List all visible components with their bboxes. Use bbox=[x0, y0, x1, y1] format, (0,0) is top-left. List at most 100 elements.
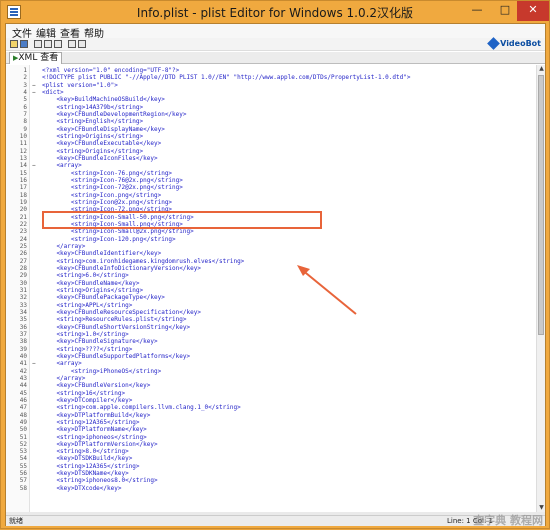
annotation-highlight-box bbox=[42, 211, 322, 229]
fold-toggle-icon[interactable]: − bbox=[32, 162, 36, 169]
code-line[interactable]: 30 <key>CFBundleName</key> bbox=[6, 280, 535, 287]
code-text: <key>DTPlatformName</key> bbox=[42, 426, 147, 434]
code-line[interactable]: 25 </array> bbox=[6, 243, 535, 250]
code-line[interactable]: 40 <key>CFBundleSupportedPlatforms</key> bbox=[6, 353, 535, 360]
code-line[interactable]: 14− <array> bbox=[6, 162, 535, 169]
code-line[interactable]: 11 <key>CFBundleExecutable</key> bbox=[6, 140, 535, 147]
vertical-scrollbar[interactable]: ▲ ▼ bbox=[536, 65, 545, 512]
scroll-up-icon[interactable]: ▲ bbox=[538, 65, 545, 73]
code-line[interactable]: 48 <key>DTPlatformBuild</key> bbox=[6, 412, 535, 419]
code-line[interactable]: 24 <string>Icon-120.png</string> bbox=[6, 236, 535, 243]
code-line[interactable]: 50 <key>DTPlatformName</key> bbox=[6, 426, 535, 433]
code-line[interactable]: 57 <string>iphoneos8.0</string> bbox=[6, 477, 535, 484]
line-number: 13 bbox=[19, 154, 27, 162]
code-line[interactable]: 3− <plist version="1.0"> bbox=[6, 82, 535, 89]
code-line[interactable]: 4− <dict> bbox=[6, 89, 535, 96]
code-line[interactable]: 45 <string>16</string> bbox=[6, 390, 535, 397]
line-number: 14 bbox=[19, 162, 27, 170]
code-line[interactable]: 17 <string>Icon-72@2x.png</string> bbox=[6, 184, 535, 191]
fold-toggle-icon[interactable]: − bbox=[32, 89, 36, 96]
line-number: 56 bbox=[19, 470, 27, 478]
code-text: <key>DTSDKName</key> bbox=[42, 470, 129, 478]
tab-xml-view[interactable]: XML 查看 bbox=[9, 52, 63, 64]
copy-icon[interactable] bbox=[44, 40, 52, 48]
code-line[interactable]: 36 <key>CFBundleShortVersionString</key> bbox=[6, 324, 535, 331]
code-line[interactable]: 41− <array> bbox=[6, 360, 535, 367]
code-line[interactable]: 56 <key>DTSDKName</key> bbox=[6, 470, 535, 477]
code-line[interactable]: 19 <string>Icon@2x.png</string> bbox=[6, 199, 535, 206]
line-number: 7 bbox=[23, 110, 27, 118]
help-icon[interactable] bbox=[78, 40, 86, 48]
code-line[interactable]: 27 <string>com.ironhidegames.kingdomrush… bbox=[6, 258, 535, 265]
paste-icon[interactable] bbox=[54, 40, 62, 48]
fold-toggle-icon[interactable]: − bbox=[32, 360, 36, 367]
line-number: 15 bbox=[19, 169, 27, 177]
code-line[interactable]: 5 <key>BuildMachineOSBuild</key> bbox=[6, 96, 535, 103]
code-line[interactable]: 51 <string>iphoneos</string> bbox=[6, 434, 535, 441]
code-line[interactable]: 33 <string>APPL</string> bbox=[6, 302, 535, 309]
code-line[interactable]: 55 <string>12A365</string> bbox=[6, 463, 535, 470]
code-text: <string>12A365</string> bbox=[42, 418, 140, 426]
line-number: 19 bbox=[19, 198, 27, 206]
code-line[interactable]: 54 <key>DTSDKBuild</key> bbox=[6, 455, 535, 462]
line-number: 4 bbox=[23, 88, 27, 96]
code-line[interactable]: 52 <key>DTPlatformVersion</key> bbox=[6, 441, 535, 448]
code-line[interactable]: 23 <string>Icon-Small@2x.png</string> bbox=[6, 228, 535, 235]
code-line[interactable]: 29 <string>6.0</string> bbox=[6, 272, 535, 279]
code-line[interactable]: 15 <string>Icon-76.png</string> bbox=[6, 170, 535, 177]
title-bar[interactable]: Info.plist - plist Editor for Windows 1.… bbox=[1, 1, 549, 23]
line-number: 51 bbox=[19, 433, 27, 441]
code-text: <string>Icon-Small@2x.png</string> bbox=[42, 228, 194, 236]
code-line[interactable]: 58 <key>DTXcode</key> bbox=[6, 485, 535, 492]
code-line[interactable]: 42 <string>iPhoneOS</string> bbox=[6, 368, 535, 375]
open-icon[interactable] bbox=[10, 40, 18, 48]
code-line[interactable]: 32 <key>CFBundlePackageType</key> bbox=[6, 294, 535, 301]
code-line[interactable]: 31 <string>Origins</string> bbox=[6, 287, 535, 294]
line-number: 10 bbox=[19, 132, 27, 140]
code-text: <string>iphoneos8.0</string> bbox=[42, 477, 158, 485]
code-line[interactable]: 38 <key>CFBundleSignature</key> bbox=[6, 338, 535, 345]
minimize-button[interactable]: — bbox=[463, 1, 491, 21]
code-line[interactable]: 6 <string>14A379b</string> bbox=[6, 104, 535, 111]
code-line[interactable]: 13 <key>CFBundleIconFiles</key> bbox=[6, 155, 535, 162]
code-line[interactable]: 49 <string>12A365</string> bbox=[6, 419, 535, 426]
line-number: 32 bbox=[19, 294, 27, 302]
code-line[interactable]: 2 <!DOCTYPE plist PUBLIC "-//Apple//DTD P… bbox=[6, 74, 535, 81]
code-line[interactable]: 46 <key>DTCompiler</key> bbox=[6, 397, 535, 404]
code-line[interactable]: 8 <string>English</string> bbox=[6, 118, 535, 125]
line-number: 30 bbox=[19, 279, 27, 287]
scroll-thumb[interactable] bbox=[538, 75, 544, 335]
maximize-button[interactable]: □ bbox=[491, 1, 519, 21]
code-text: <key>CFBundleSignature</key> bbox=[42, 338, 158, 346]
code-line[interactable]: 47 <string>com.apple.compilers.llvm.clan… bbox=[6, 404, 535, 411]
code-line[interactable]: 1 <?xml version="1.0" encoding="UTF-8"?> bbox=[6, 67, 535, 74]
xml-editor[interactable]: 1 <?xml version="1.0" encoding="UTF-8"?> 2… bbox=[6, 65, 535, 512]
line-number: 35 bbox=[19, 316, 27, 324]
scroll-down-icon[interactable]: ▼ bbox=[538, 504, 545, 512]
code-line[interactable]: 10 <string>Origins</string> bbox=[6, 133, 535, 140]
code-text: <key>DTSDKBuild</key> bbox=[42, 455, 133, 463]
save-icon[interactable] bbox=[20, 40, 28, 48]
code-line[interactable]: 7 <key>CFBundleDevelopmentRegion</key> bbox=[6, 111, 535, 118]
code-line[interactable]: 53 <string>8.0</string> bbox=[6, 448, 535, 455]
code-line[interactable]: 18 <string>Icon.png</string> bbox=[6, 192, 535, 199]
code-text: <string>12A365</string> bbox=[42, 462, 140, 470]
cut-icon[interactable] bbox=[34, 40, 42, 48]
code-line[interactable]: 39 <string>????</string> bbox=[6, 346, 535, 353]
code-line[interactable]: 43 </array> bbox=[6, 375, 535, 382]
close-button[interactable]: ✕ bbox=[517, 1, 549, 21]
print-icon[interactable] bbox=[68, 40, 76, 48]
fold-toggle-icon[interactable]: − bbox=[32, 82, 36, 89]
code-line[interactable]: 16 <string>Icon-76@2x.png</string> bbox=[6, 177, 535, 184]
code-line[interactable]: 34 <key>CFBundleResourceSpecification</k… bbox=[6, 309, 535, 316]
line-number: 18 bbox=[19, 191, 27, 199]
code-text: <string>Icon.png</string> bbox=[42, 191, 162, 199]
code-line[interactable]: 28 <key>CFBundleInfoDictionaryVersion</k… bbox=[6, 265, 535, 272]
code-line[interactable]: 26 <key>CFBundleIdentifier</key> bbox=[6, 250, 535, 257]
code-line[interactable]: 12 <string>Origins</string> bbox=[6, 148, 535, 155]
code-line[interactable]: 9 <key>CFBundleDisplayName</key> bbox=[6, 126, 535, 133]
code-line[interactable]: 35 <string>ResourceRules.plist</string> bbox=[6, 316, 535, 323]
code-line[interactable]: 44 <key>CFBundleVersion</key> bbox=[6, 382, 535, 389]
code-line[interactable]: 37 <string>1.0</string> bbox=[6, 331, 535, 338]
line-number: 29 bbox=[19, 272, 27, 280]
